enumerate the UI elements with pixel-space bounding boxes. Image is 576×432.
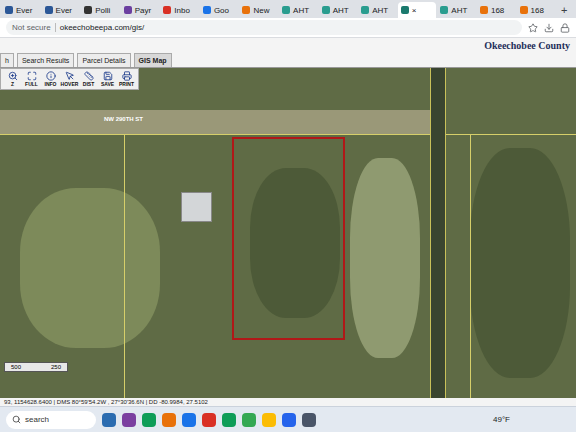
temperature: 49°F	[493, 415, 570, 424]
security-label: Not secure	[12, 23, 56, 32]
page-tab[interactable]: GIS Map	[134, 53, 172, 67]
screen: EverEverPolliPayrInboGooNewAHTAHTAHT×AHT…	[0, 0, 576, 432]
gis-map[interactable]: NW 290TH ST ZFULLINFOHOVERDISTSAVEPRINT 50…	[0, 68, 576, 398]
map-tool[interactable]: INFO	[42, 71, 59, 87]
app-icon[interactable]	[202, 413, 216, 427]
scale-tick: 500	[11, 364, 21, 370]
street-label: NW 290TH ST	[104, 116, 143, 122]
download-icon[interactable]	[544, 23, 554, 33]
building	[181, 192, 212, 222]
map-tool[interactable]: HOVER	[61, 71, 78, 87]
favicon-icon	[5, 6, 13, 14]
app-icon[interactable]	[182, 413, 196, 427]
tool-icon	[122, 71, 132, 81]
app-icon[interactable]	[262, 413, 276, 427]
app-icon[interactable]	[282, 413, 296, 427]
brand: Okeechobee County	[484, 40, 570, 51]
browser-tab[interactable]: AHT	[358, 2, 397, 18]
vegetation	[250, 168, 340, 318]
favicon-icon	[124, 6, 132, 14]
vegetation	[470, 148, 570, 378]
browser-tab[interactable]: AHT	[437, 2, 476, 18]
favicon-icon	[163, 6, 171, 14]
app-icon[interactable]	[302, 413, 316, 427]
browser-tab[interactable]: Ever	[42, 2, 81, 18]
search-icon	[12, 415, 21, 424]
new-tab-button[interactable]: +	[556, 2, 572, 18]
favicon-icon	[84, 6, 92, 14]
parcel-line	[124, 134, 125, 398]
map-tool[interactable]: PRINT	[118, 71, 135, 87]
favicon-icon	[45, 6, 53, 14]
browser-tab[interactable]: AHT	[279, 2, 318, 18]
scale-bar: 500 250	[4, 362, 68, 372]
tool-icon	[8, 71, 18, 81]
favicon-icon	[242, 6, 250, 14]
profile-icon[interactable]	[560, 23, 570, 33]
favicon-icon	[203, 6, 211, 14]
browser-tab-strip: EverEverPolliPayrInboGooNewAHTAHTAHT×AHT…	[0, 0, 576, 18]
favicon-icon	[440, 6, 448, 14]
browser-tab[interactable]: AHT	[319, 2, 358, 18]
app-icon[interactable]	[162, 413, 176, 427]
scale-tick: 250	[51, 364, 61, 370]
parcel-line	[0, 134, 576, 135]
favicon-icon	[282, 6, 290, 14]
tool-icon	[65, 71, 75, 81]
browser-tab[interactable]: Ever	[2, 2, 41, 18]
browser-tab[interactable]: 168	[517, 2, 556, 18]
address-row: Not secure okeechobeepa.com/gis/	[0, 18, 576, 38]
selected-parcel[interactable]	[232, 137, 345, 340]
browser-tab[interactable]: Inbo	[160, 2, 199, 18]
map-tool[interactable]: SAVE	[99, 71, 116, 87]
canal	[430, 68, 446, 398]
browser-tab[interactable]: ×	[398, 2, 437, 18]
favicon-icon	[361, 6, 369, 14]
page-tab[interactable]: h	[0, 53, 14, 67]
browser-tab[interactable]: New	[239, 2, 278, 18]
taskbar-search[interactable]: search	[6, 411, 96, 429]
browser-tab[interactable]: Polli	[81, 2, 120, 18]
tool-icon	[84, 71, 94, 81]
page-tab[interactable]: Parcel Details	[77, 53, 130, 67]
map-tool[interactable]: FULL	[23, 71, 40, 87]
star-icon[interactable]	[528, 23, 538, 33]
vegetation	[20, 188, 160, 348]
app-icon[interactable]	[142, 413, 156, 427]
map-tool[interactable]: DIST	[80, 71, 97, 87]
favicon-icon	[401, 6, 409, 14]
parcel-line	[470, 134, 471, 398]
app-icon[interactable]	[122, 413, 136, 427]
favicon-icon	[322, 6, 330, 14]
page-tab[interactable]: Search Results	[17, 53, 74, 67]
coordinate-status: 93, 1154628.6400 | DMS 80°59'54.2W , 27°…	[0, 398, 576, 406]
favicon-icon	[520, 6, 528, 14]
map-toolbar: ZFULLINFOHOVERDISTSAVEPRINT	[0, 68, 139, 90]
site-header: Okeechobee County	[0, 38, 576, 52]
tool-icon	[103, 71, 113, 81]
tool-icon	[46, 71, 56, 81]
browser-tab[interactable]: Goo	[200, 2, 239, 18]
app-icon[interactable]	[102, 413, 116, 427]
favicon-icon	[480, 6, 488, 14]
vegetation	[350, 158, 420, 358]
map-tool[interactable]: Z	[4, 71, 21, 87]
browser-tab[interactable]: Payr	[121, 2, 160, 18]
tool-icon	[27, 71, 37, 81]
url: okeechobeepa.com/gis/	[60, 23, 145, 32]
browser-tab[interactable]: 168	[477, 2, 516, 18]
taskbar: search 49°F	[0, 406, 576, 432]
address-bar[interactable]: Not secure okeechobeepa.com/gis/	[6, 20, 522, 35]
app-icon[interactable]	[222, 413, 236, 427]
app-icon[interactable]	[242, 413, 256, 427]
road	[0, 110, 436, 134]
page-tabs: hSearch ResultsParcel Details GIS Map	[0, 52, 576, 68]
